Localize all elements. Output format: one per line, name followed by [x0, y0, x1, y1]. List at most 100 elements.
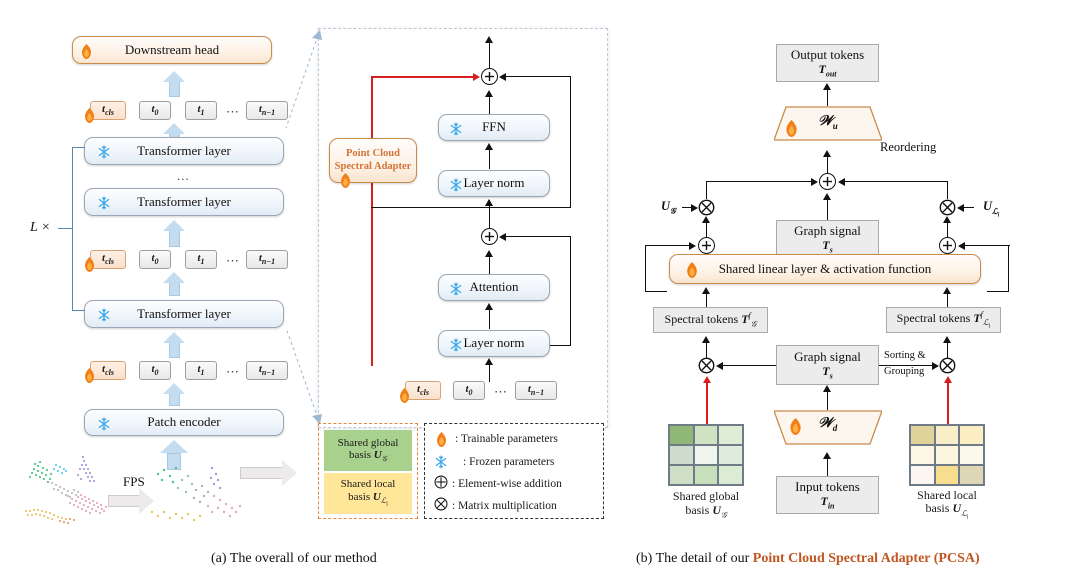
adapter-path-vertical	[371, 76, 373, 366]
graph-signal-line2: Ts	[822, 237, 833, 255]
adapter-label-line2: Spectral Adapter	[334, 160, 412, 172]
flame-icon	[399, 388, 410, 403]
reordering-label: Reordering	[880, 140, 937, 154]
layer-norm-box-upper[interactable]: Layer norm	[438, 170, 550, 197]
spectral-tokens-local-label: Spectral tokens Tfℒi	[896, 309, 991, 330]
left-skip-horiz	[645, 245, 690, 247]
attention-box[interactable]: Attention	[438, 274, 550, 301]
residual-arrowhead	[499, 72, 506, 81]
token-0[interactable]: t0	[139, 250, 171, 269]
tokens-to-ln1-arrowhead	[485, 358, 493, 365]
shared-global-basis-matrix	[668, 424, 744, 486]
token-cls[interactable]: tcls	[405, 381, 441, 400]
shared-local-basis-swatch: Shared local basis Uℒi	[324, 473, 412, 514]
loop-bracket-bottom	[72, 310, 85, 312]
ffn-label: FFN	[482, 119, 506, 135]
token-ellipsis: ⋯	[494, 384, 508, 399]
snowflake-icon	[449, 282, 463, 296]
attn-to-plus-arrowhead	[485, 250, 493, 257]
residual2-line-right	[570, 236, 572, 346]
plus-circle-icon	[819, 173, 836, 190]
residual-line-top	[505, 76, 571, 78]
adapter-path-arrowhead	[473, 73, 480, 81]
downstream-head-label: Downstream head	[124, 41, 220, 57]
output-tokens-box: Output tokens Tout	[776, 44, 879, 82]
transformer-layer-box[interactable]: Transformer layer	[84, 137, 284, 165]
flame-icon	[84, 368, 95, 383]
left-branch-arrowhead	[811, 178, 818, 186]
right-skip-vert	[1008, 245, 1010, 292]
u-global-label: U𝒢	[661, 199, 676, 216]
ffn-box[interactable]: FFN	[438, 114, 550, 141]
legend-frozen-text: : Frozen parameters	[463, 456, 555, 468]
stack-ellipsis: ...	[177, 168, 190, 183]
right-branch-to-merge-vert	[947, 181, 949, 199]
flame-icon	[81, 44, 92, 59]
caption-b-accent: Point Cloud Spectral Adapter (PCSA)	[752, 551, 980, 566]
wu-to-output-arrowhead	[823, 83, 831, 90]
transformer-layer-label: Transformer layer	[137, 142, 231, 158]
output-tokens-line1: Output tokens	[790, 46, 865, 62]
token-0[interactable]: t0	[453, 381, 485, 400]
token-cls[interactable]: tcls	[90, 361, 126, 380]
spectral-tokens-global-box: Spectral tokens Tf𝒢	[653, 307, 768, 333]
transformer-layer-box[interactable]: Transformer layer	[84, 300, 284, 328]
ln1-to-attn-arrowhead	[485, 303, 493, 310]
plus-circle-icon	[481, 68, 498, 85]
graph-signal-to-merge-arrowhead	[823, 193, 831, 200]
transformer-layer-box[interactable]: Transformer layer	[84, 188, 284, 216]
token-0[interactable]: t0	[139, 361, 171, 380]
shared-global-basis-caption: Shared global basis U𝒢	[652, 488, 760, 522]
flame-icon	[789, 418, 801, 435]
snowflake-icon	[97, 417, 111, 431]
mul-left-to-spectral-arrowhead	[702, 336, 710, 343]
flame-icon	[84, 257, 95, 272]
token-1[interactable]: t1	[185, 250, 217, 269]
global-basis-red-line	[706, 380, 708, 428]
spectral-tokens-local-box: Spectral tokens Tfℒi	[886, 307, 1001, 333]
shared-local-basis-caption: Shared local basis Uℒi	[893, 488, 1001, 522]
patch-encoder-box[interactable]: Patch encoder	[84, 409, 284, 436]
layer-norm-box-lower[interactable]: Layer norm	[438, 330, 550, 357]
shared-local-basis-matrix	[909, 424, 985, 486]
token-0[interactable]: t0	[139, 101, 171, 120]
right-skip-arrowhead	[958, 241, 965, 250]
snowflake-icon	[97, 196, 111, 210]
input-tokens-line2: Tin	[820, 493, 835, 511]
snowflake-icon	[449, 178, 463, 192]
token-ellipsis: ⋯	[226, 104, 240, 119]
loop-bracket-top	[72, 147, 85, 149]
flame-icon	[686, 262, 697, 278]
plus-circle-icon	[434, 475, 449, 494]
flame-icon	[785, 120, 797, 137]
legend-trainable-text: : Trainable parameters	[455, 433, 558, 445]
snowflake-icon	[97, 308, 111, 322]
left-plus-to-mul-arrowhead	[702, 216, 710, 223]
caption-a: (a) The overall of our method	[211, 551, 377, 566]
left-skip-arrowhead	[689, 242, 696, 250]
loop-bracket-stem	[58, 228, 72, 230]
ffn-to-plus-arrowhead	[485, 90, 493, 97]
mul-right-to-spectral-arrowhead	[943, 336, 951, 343]
adapter-label-line1: Point Cloud	[346, 148, 400, 160]
token-1[interactable]: t1	[185, 101, 217, 120]
plus-to-wu-arrowhead	[823, 150, 831, 157]
symbol-legend-row: : Element-wise addition	[434, 474, 598, 494]
output-tokens-line2: Tout	[818, 61, 837, 79]
downstream-head-box[interactable]: Downstream head	[72, 36, 272, 64]
graph-signal-box-upper: Graph signal Ts	[776, 220, 879, 258]
input-tokens-box: Input tokens Tin	[776, 476, 879, 514]
right-skip-horiz	[964, 245, 1010, 247]
token-cls[interactable]: tcls	[90, 250, 126, 269]
patch-encoder-label: Patch encoder	[147, 414, 221, 430]
transformer-layer-label: Transformer layer	[137, 193, 231, 209]
shared-linear-layer-box[interactable]: Shared linear layer & activation functio…	[669, 254, 981, 284]
wd-to-graph-arrowhead	[823, 385, 831, 392]
sorting-grouping-line1: Sorting &	[884, 350, 926, 361]
spectral-left-arrowhead	[702, 287, 710, 294]
token-1[interactable]: t1	[185, 361, 217, 380]
u-global-arrowhead	[691, 204, 698, 212]
token-cls[interactable]: tcls	[90, 101, 126, 120]
token-n-1[interactable]: tn−1	[515, 381, 557, 400]
spectral-tokens-global-label: Spectral tokens Tf𝒢	[664, 311, 757, 329]
